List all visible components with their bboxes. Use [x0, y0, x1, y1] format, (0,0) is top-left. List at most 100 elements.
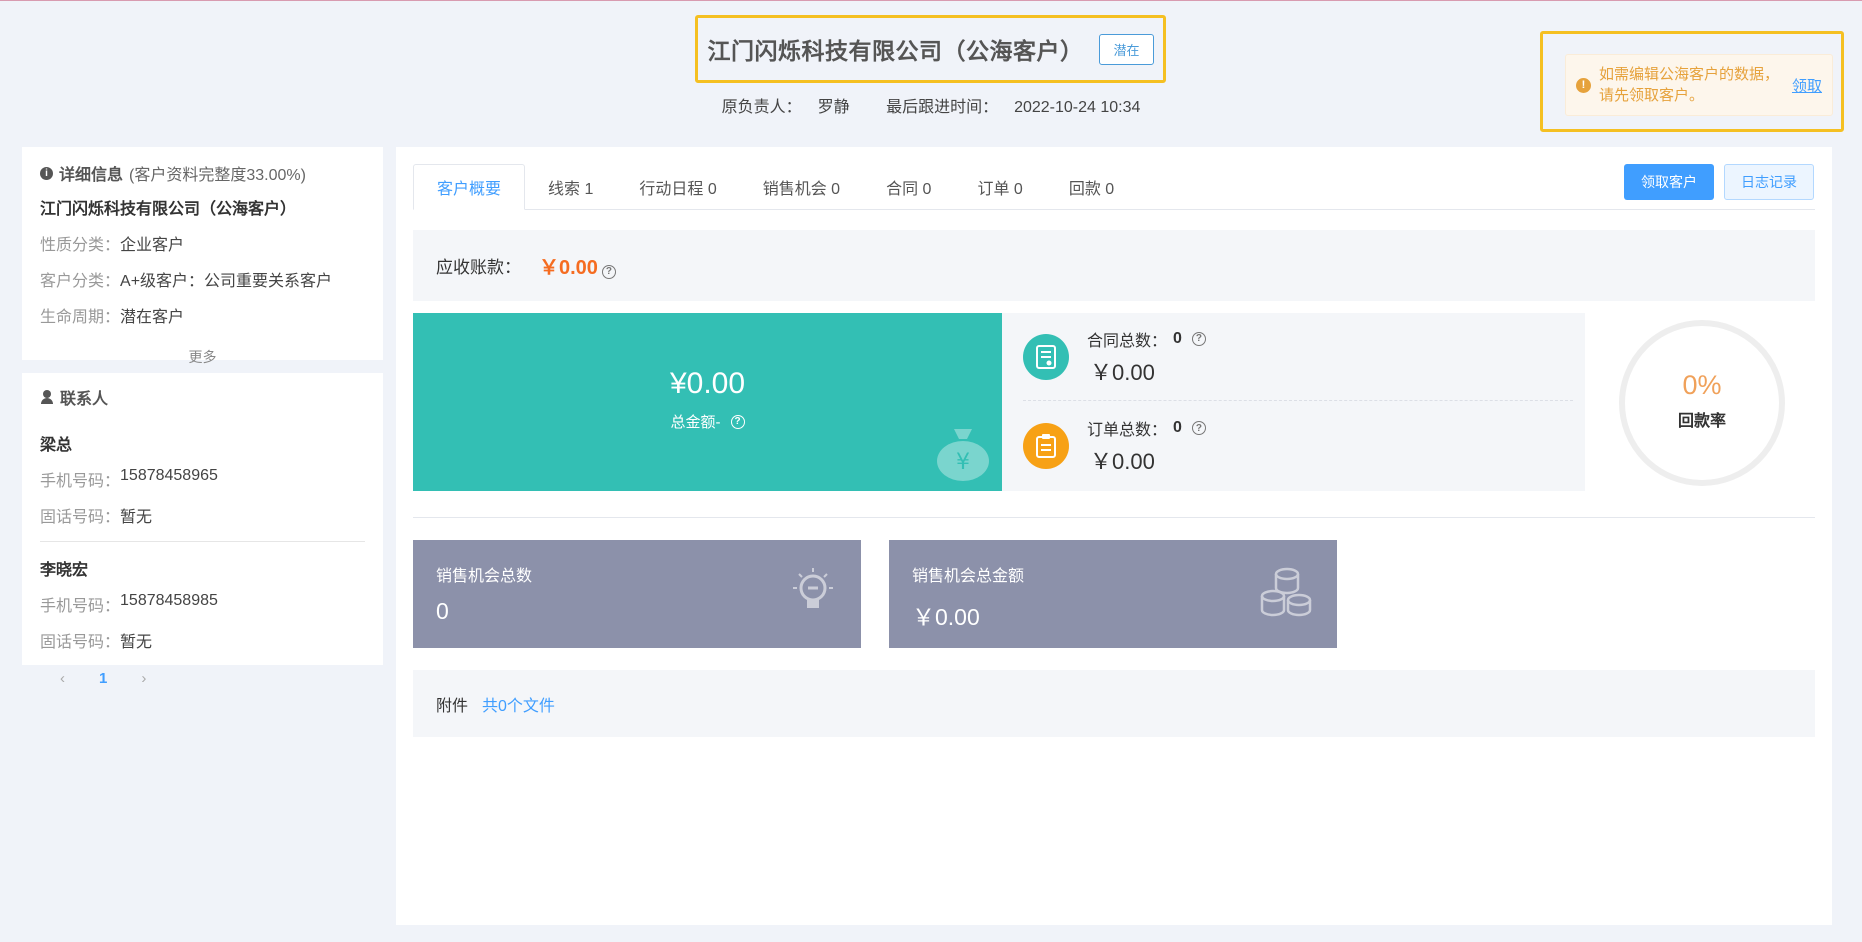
opportunity-count-label: 销售机会总数	[436, 568, 533, 585]
order-amount: ￥0.00	[1090, 449, 1155, 474]
section-divider	[413, 517, 1815, 518]
opportunity-count: 0	[436, 598, 449, 624]
mobile-label: 手机号码：	[40, 598, 121, 615]
tab-bar: 客户概要 线索 1 行动日程 0 销售机会 0 合同 0 订单 0 回款 0	[413, 164, 1815, 210]
contacts-heading: 联系人	[40, 385, 365, 409]
claim-link[interactable]: 领取	[1792, 75, 1822, 96]
field-key: 性质分类：	[40, 237, 121, 254]
svg-text:¥: ¥	[956, 450, 970, 475]
contact-phone: 固话号码： 暂无	[40, 628, 365, 652]
tab-overview[interactable]: 客户概要	[413, 164, 526, 210]
contract-amount: ￥0.00	[1090, 359, 1155, 385]
prev-page-icon[interactable]: ‹	[60, 670, 65, 687]
phone-value: 暂无	[120, 634, 153, 651]
phone-label: 固话号码：	[40, 509, 121, 526]
help-icon[interactable]: ?	[730, 414, 745, 429]
page-number[interactable]: 1	[99, 670, 107, 687]
owner-value: 罗静	[817, 99, 850, 116]
field-row: 生命周期： 潜在客户	[40, 303, 365, 327]
payment-rate-value: 0%	[1682, 370, 1722, 400]
phone-label: 固话号码：	[40, 634, 121, 651]
detail-heading: i 详细信息 (客户资料完整度33.00%)	[40, 161, 365, 185]
contacts-title: 联系人	[60, 391, 109, 408]
contract-count: 0	[1173, 329, 1182, 347]
total-label-row: 总金额- ?	[413, 411, 1002, 432]
money-bag-icon: ¥	[937, 429, 989, 481]
opportunity-amount-label: 销售机会总金额	[912, 568, 1025, 585]
total-label: 总金额-	[670, 414, 721, 431]
lightbulb-icon	[793, 568, 833, 608]
completeness-text: (客户资料完整度33.00%)	[129, 167, 306, 184]
next-page-icon[interactable]: ›	[141, 670, 146, 687]
contract-order-summary: 合同总数： 0? ￥0.00 订单总数： 0? ￥0.00	[1002, 313, 1585, 491]
payment-rate-gauge: 0% 回款率	[1617, 318, 1787, 488]
info-icon: i	[40, 166, 53, 180]
tab-contracts[interactable]: 合同 0	[863, 164, 954, 210]
opportunity-count-card: 销售机会总数 0	[413, 540, 861, 648]
field-row: 性质分类： 企业客户	[40, 231, 365, 255]
title-highlight: 江门闪烁科技有限公司（公海客户） 潜在	[695, 15, 1166, 83]
help-icon[interactable]: ?	[1191, 331, 1206, 346]
attachments-link[interactable]: 共0个文件	[482, 692, 555, 716]
order-count: 0	[1173, 419, 1182, 436]
coins-icon	[1260, 567, 1312, 617]
last-follow-value: 2022-10-24 10:34	[1014, 99, 1141, 116]
contact-mobile: 手机号码： 15878458985	[40, 592, 365, 616]
contact-name: 梁总	[40, 437, 73, 454]
total-amount-card: ¥0.00 总金额- ? ¥	[413, 313, 1002, 491]
status-badge: 潜在	[1099, 33, 1154, 65]
attachments-row: 附件 共0个文件	[413, 670, 1815, 737]
receivable-amount: ￥0.00	[539, 257, 598, 279]
mobile-label: 手机号码：	[40, 473, 121, 490]
phone-value: 暂无	[120, 509, 153, 526]
contacts-panel: 联系人 梁总 手机号码： 15878458965 固话号码： 暂无 李晓宏 手机号码…	[22, 373, 383, 687]
clipboard-icon	[1023, 423, 1069, 469]
pagination: ‹ 1 ›	[40, 670, 365, 687]
contract-count-label: 合同总数：	[1087, 332, 1168, 350]
help-icon[interactable]: ?	[1191, 421, 1206, 435]
field-row: 客户分类： A+级客户：公司重要关系客户	[40, 267, 365, 291]
contract-summary: 合同总数： 0? ￥0.00	[1023, 313, 1573, 401]
tab-opportunities[interactable]: 销售机会 0	[740, 164, 863, 210]
last-follow-label: 最后跟进时间：	[886, 99, 999, 116]
mobile-value: 15878458965	[120, 467, 218, 484]
field-value: A+级客户：公司重要关系客户	[120, 273, 333, 290]
alert-message: 如需编辑公海客户的数据，请先领取客户。	[1599, 66, 1780, 104]
field-key: 生命周期：	[40, 309, 121, 326]
tab-schedule[interactable]: 行动日程 0	[616, 164, 739, 210]
field-value: 企业客户	[120, 237, 185, 254]
divider	[40, 541, 365, 542]
help-icon[interactable]: ?	[601, 264, 616, 279]
contract-icon	[1023, 333, 1069, 380]
order-summary: 订单总数： 0? ￥0.00	[1023, 402, 1573, 490]
opportunity-amount-card: 销售机会总金额 ￥0.00	[889, 540, 1337, 648]
contact-name: 李晓宏	[40, 562, 89, 579]
company-name: 江门闪烁科技有限公司（公海客户）	[40, 201, 297, 218]
field-value: 潜在客户	[120, 309, 185, 326]
attachments-label: 附件	[436, 697, 469, 715]
user-icon	[40, 390, 54, 404]
receivable-label: 应收账款：	[436, 258, 521, 277]
main-panel: 客户概要 线索 1 行动日程 0 销售机会 0 合同 0 订单 0 回款 0 领…	[396, 147, 1832, 925]
warning-icon: !	[1576, 77, 1591, 93]
mobile-value: 15878458985	[120, 592, 218, 609]
field-key: 客户分类：	[40, 273, 121, 290]
detail-panel: i 详细信息 (客户资料完整度33.00%) 江门闪烁科技有限公司（公海客户） …	[22, 147, 383, 365]
alert-highlight: ! 如需编辑公海客户的数据，请先领取客户。 领取	[1540, 31, 1844, 132]
more-link[interactable]: 更多	[40, 347, 365, 367]
claim-customer-button[interactable]: 领取客户	[1624, 164, 1714, 200]
contact-mobile: 手机号码： 15878458965	[40, 467, 365, 491]
owner-label: 原负责人：	[721, 99, 802, 116]
total-amount: ¥0.00	[669, 367, 746, 400]
contact-phone: 固话号码： 暂无	[40, 503, 365, 527]
warning-alert: ! 如需编辑公海客户的数据，请先领取客户。 领取	[1565, 54, 1833, 116]
log-records-button[interactable]: 日志记录	[1724, 164, 1814, 200]
page-title: 江门闪烁科技有限公司（公海客户）	[707, 38, 1084, 64]
detail-title: 详细信息	[59, 167, 124, 184]
tab-payments[interactable]: 回款 0	[1046, 164, 1137, 210]
opportunity-amount: ￥0.00	[912, 604, 980, 630]
tab-orders[interactable]: 订单 0	[954, 164, 1045, 210]
payment-rate-label: 回款率	[1677, 413, 1726, 430]
tab-leads[interactable]: 线索 1	[525, 164, 616, 210]
receivable-row: 应收账款： ￥0.00?	[413, 230, 1815, 301]
